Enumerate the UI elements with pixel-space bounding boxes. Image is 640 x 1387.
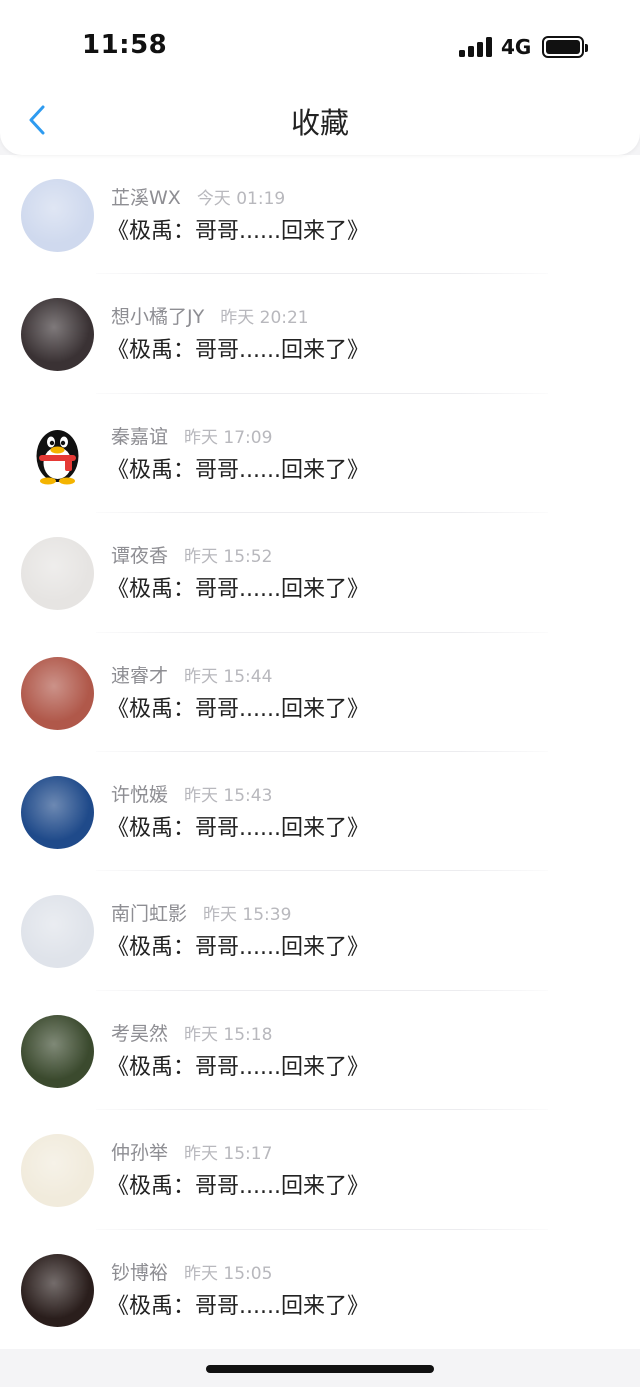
message-text: 《极禹：哥哥......回来了》 (107, 935, 369, 961)
user-name: 谭夜香 (111, 545, 169, 568)
avatar[interactable] (21, 417, 94, 491)
avatar[interactable] (21, 895, 94, 969)
list-item[interactable]: 南门虹影 昨天 15:39 《极禹：哥哥......回来了》 (0, 871, 640, 991)
page-title: 收藏 (290, 106, 349, 140)
network-type: 4G (501, 35, 532, 59)
item-meta: 芷溪WX 今天 01:19 (111, 183, 285, 209)
list-item[interactable]: 钞博裕 昨天 15:05 《极禹：哥哥......回来了》 (0, 1230, 640, 1349)
message-text: 《极禹：哥哥......回来了》 (107, 219, 369, 244)
avatar[interactable] (21, 537, 94, 611)
user-name: 南门虹影 (111, 903, 188, 926)
list-item[interactable]: 考昊然 昨天 15:18 《极禹：哥哥......回来了》 (0, 991, 640, 1111)
item-meta: 钞博裕 昨天 15:05 (111, 1258, 272, 1284)
avatar[interactable] (21, 656, 94, 730)
list-item[interactable]: 秦嘉谊 昨天 17:09 《极禹：哥哥......回来了》 (0, 394, 640, 514)
user-name: 想小橘了JY (111, 306, 205, 329)
timestamp: 昨天 15:17 (184, 1144, 273, 1165)
user-name: 许悦媛 (111, 783, 169, 806)
item-meta: 秦嘉谊 昨天 17:09 (111, 422, 272, 448)
status-time: 11:58 (82, 30, 168, 60)
favorites-list: 芷溪WX 今天 01:19 《极禹：哥哥......回来了》 想小橘了JY 昨天 20:… (0, 155, 640, 1349)
list-item[interactable]: 速睿才 昨天 15:44 《极禹：哥哥......回来了》 (0, 633, 640, 752)
header: 11:58 4G 收藏 (0, 0, 640, 155)
home-indicator[interactable] (206, 1365, 434, 1373)
list-item[interactable]: 仲孙举 昨天 15:17 《极禹：哥哥......回来了》 (0, 1110, 640, 1230)
user-name: 钞博裕 (111, 1261, 169, 1284)
screen: 11:58 4G 收藏 芷溪WX 今天 01:19 《极禹：哥哥......回来了》… (0, 0, 640, 1387)
user-name: 仲孙举 (111, 1142, 169, 1165)
message-text: 《极禹：哥哥......回来了》 (107, 457, 369, 483)
avatar[interactable] (21, 1014, 94, 1088)
list-item[interactable]: 许悦媛 昨天 15:43 《极禹：哥哥......回来了》 (0, 752, 640, 872)
item-meta: 南门虹影 昨天 15:39 (111, 899, 291, 925)
timestamp: 昨天 15:44 (184, 666, 273, 687)
message-text: 《极禹：哥哥......回来了》 (107, 1174, 369, 1200)
user-name: 秦嘉谊 (111, 425, 169, 448)
message-text: 《极禹：哥哥......回来了》 (107, 338, 369, 364)
item-meta: 谭夜香 昨天 15:52 (111, 541, 272, 567)
message-text: 《极禹：哥哥......回来了》 (107, 577, 369, 603)
message-text: 《极禹：哥哥......回来了》 (107, 815, 369, 841)
item-meta: 许悦媛 昨天 15:43 (111, 780, 272, 806)
item-meta: 考昊然 昨天 15:18 (111, 1019, 272, 1045)
avatar[interactable] (21, 179, 94, 252)
message-text: 《极禹：哥哥......回来了》 (107, 1054, 369, 1080)
list-item[interactable]: 想小橘了JY 昨天 20:21 《极禹：哥哥......回来了》 (0, 274, 640, 394)
timestamp: 昨天 15:18 (184, 1024, 273, 1045)
avatar[interactable] (21, 1253, 94, 1327)
timestamp: 昨天 15:39 (203, 905, 292, 926)
list-item[interactable]: 谭夜香 昨天 15:52 《极禹：哥哥......回来了》 (0, 513, 640, 633)
avatar[interactable] (21, 775, 94, 849)
avatar[interactable] (21, 298, 94, 372)
battery-icon (542, 36, 588, 58)
penguin-icon (36, 429, 79, 485)
timestamp: 昨天 15:52 (184, 547, 273, 568)
timestamp: 昨天 15:43 (184, 785, 273, 806)
user-name: 芷溪WX (111, 187, 181, 209)
item-meta: 想小橘了JY 昨天 20:21 (111, 302, 309, 328)
item-meta: 速睿才 昨天 15:44 (111, 661, 272, 687)
message-text: 《极禹：哥哥......回来了》 (107, 696, 369, 722)
user-name: 考昊然 (111, 1022, 169, 1045)
message-text: 《极禹：哥哥......回来了》 (107, 1293, 369, 1319)
timestamp: 今天 01:19 (196, 189, 286, 209)
signal-icon (459, 37, 493, 57)
timestamp: 昨天 17:09 (184, 427, 273, 448)
timestamp: 昨天 20:21 (220, 308, 309, 329)
list-item[interactable]: 芷溪WX 今天 01:19 《极禹：哥哥......回来了》 (0, 155, 640, 275)
item-meta: 仲孙举 昨天 15:17 (111, 1138, 272, 1164)
timestamp: 昨天 15:05 (184, 1263, 273, 1284)
avatar[interactable] (21, 1134, 94, 1208)
user-name: 速睿才 (111, 664, 169, 687)
